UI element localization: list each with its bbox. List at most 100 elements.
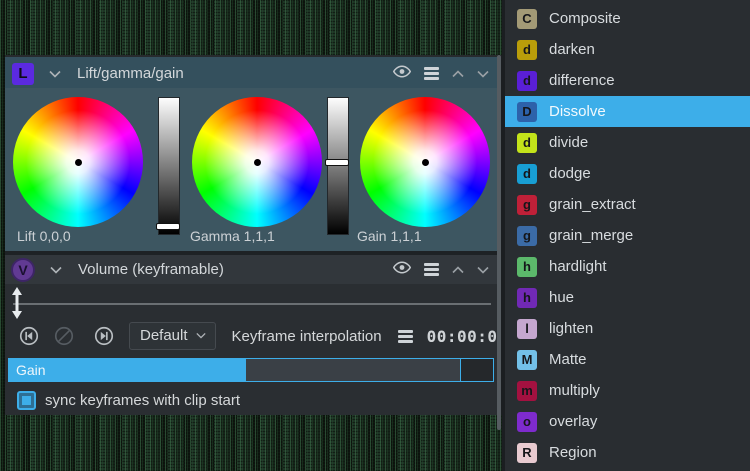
show-effect-eye-icon[interactable]	[393, 65, 411, 83]
blend-mode-icon: h	[517, 257, 537, 277]
gamma-value-label: Gamma 1,1,1	[190, 228, 275, 244]
collapse-chevron-icon[interactable]	[49, 65, 61, 83]
blend-mode-item-composite[interactable]: C Composite	[505, 3, 750, 34]
keyframe-toolbar: Default Keyframe interpolation 00:00:00:…	[5, 320, 497, 352]
lift-wheel-handle[interactable]	[75, 159, 82, 166]
volume-content: Default Keyframe interpolation 00:00:00:…	[5, 284, 497, 415]
lift-level-slider[interactable]	[158, 97, 180, 235]
blend-mode-label: grain_merge	[549, 227, 633, 244]
effect-header-volume[interactable]: V Volume (keyframable)	[5, 255, 497, 284]
blend-mode-label: Matte	[549, 351, 587, 368]
blend-mode-icon: g	[517, 195, 537, 215]
blend-mode-label: darken	[549, 41, 595, 58]
blend-mode-label: difference	[549, 72, 615, 89]
blend-mode-icon: C	[517, 9, 537, 29]
blend-mode-label: lighten	[549, 320, 593, 337]
blend-mode-item-matte[interactable]: M Matte	[505, 344, 750, 375]
keyframe-timeline[interactable]	[13, 303, 491, 305]
lift-gamma-gain-content: Lift 0,0,0 Gamma 1,1,1 Gain 1,1,1	[5, 88, 497, 251]
blend-mode-icon: d	[517, 133, 537, 153]
gain-color-wheel[interactable]	[360, 97, 490, 227]
blend-mode-label: multiply	[549, 382, 600, 399]
blend-mode-item-grain_extract[interactable]: g grain_extract	[505, 189, 750, 220]
blend-mode-label: Dissolve	[549, 103, 606, 120]
effect-stack-panel: L Lift/gamma/gain	[5, 55, 497, 415]
blend-mode-label: dodge	[549, 165, 591, 182]
effect-header-lift-gamma-gain[interactable]: L Lift/gamma/gain	[5, 55, 497, 90]
effect-stack-scrollbar[interactable]	[497, 55, 501, 430]
effect-menu-icon[interactable]	[424, 263, 439, 276]
keyframe-marker-icon[interactable]	[11, 287, 23, 324]
video-noise-background	[0, 415, 502, 471]
blend-mode-label: Region	[549, 444, 597, 461]
collapse-chevron-icon[interactable]	[50, 261, 62, 279]
blend-mode-icon: D	[517, 102, 537, 122]
sync-keyframes-row: sync keyframes with clip start	[5, 388, 497, 412]
blend-mode-item-hardlight[interactable]: h hardlight	[505, 251, 750, 282]
effect-title: Lift/gamma/gain	[77, 65, 184, 82]
interpolation-preset-value: Default	[140, 327, 188, 344]
video-noise-background	[0, 0, 502, 55]
blend-mode-label: divide	[549, 134, 588, 151]
timecode-display[interactable]: 00:00:00:00	[427, 327, 497, 346]
blend-mode-label: hardlight	[549, 258, 607, 275]
blend-mode-icon: l	[517, 319, 537, 339]
blend-mode-icon: d	[517, 71, 537, 91]
next-keyframe-icon[interactable]	[93, 325, 115, 347]
gain-slider[interactable]: Gain	[8, 358, 494, 382]
blend-mode-label: Composite	[549, 10, 621, 27]
interpolation-preset-dropdown[interactable]: Default	[129, 322, 216, 350]
blend-mode-item-difference[interactable]: d difference	[505, 65, 750, 96]
blend-mode-item-divide[interactable]: ddivide	[505, 127, 750, 158]
blend-mode-item-multiply[interactable]: m multiply	[505, 375, 750, 406]
blend-mode-icon: d	[517, 40, 537, 60]
blend-mode-item-lighten[interactable]: l lighten	[505, 313, 750, 344]
blend-mode-item-dissolve[interactable]: D Dissolve	[505, 96, 750, 127]
sync-keyframes-label: sync keyframes with clip start	[45, 392, 240, 409]
previous-keyframe-icon[interactable]	[18, 325, 40, 347]
sync-keyframes-checkbox[interactable]	[17, 391, 36, 410]
blend-mode-item-hue[interactable]: hhue	[505, 282, 750, 313]
lift-color-wheel[interactable]	[13, 97, 143, 227]
app-window: L Lift/gamma/gain	[0, 0, 750, 471]
blend-mode-label: grain_extract	[549, 196, 636, 213]
blend-mode-icon: h	[517, 288, 537, 308]
move-effect-up-icon[interactable]	[452, 65, 464, 83]
gain-wheel-handle[interactable]	[422, 159, 429, 166]
effect-badge-l: L	[12, 63, 34, 85]
show-effect-eye-icon[interactable]	[393, 261, 411, 279]
blend-mode-item-dodge[interactable]: ddodge	[505, 158, 750, 189]
effect-badge-v: V	[11, 258, 35, 282]
gamma-color-wheel[interactable]	[192, 97, 322, 227]
blend-mode-icon: R	[517, 443, 537, 463]
blend-mode-label: overlay	[549, 413, 597, 430]
blend-mode-icon: d	[517, 164, 537, 184]
move-effect-down-icon[interactable]	[477, 65, 489, 83]
gamma-level-slider[interactable]	[327, 97, 349, 235]
blend-mode-icon: M	[517, 350, 537, 370]
blend-mode-item-darken[interactable]: ddarken	[505, 34, 750, 65]
blend-mode-list: CCompositeddarkenddifferenceDDissolveddi…	[505, 0, 750, 471]
gamma-wheel-handle[interactable]	[254, 159, 261, 166]
effect-menu-icon[interactable]	[424, 67, 439, 80]
move-effect-up-icon[interactable]	[452, 261, 464, 279]
blend-mode-icon: m	[517, 381, 537, 401]
keyframe-interpolation-label: Keyframe interpolation	[232, 328, 382, 345]
blend-mode-item-overlay[interactable]: o overlay	[505, 406, 750, 437]
lift-value-label: Lift 0,0,0	[17, 228, 71, 244]
gamma-level-slider-handle[interactable]	[325, 159, 349, 166]
blend-mode-icon: g	[517, 226, 537, 246]
blend-mode-label: hue	[549, 289, 574, 306]
keyframe-options-menu-icon[interactable]	[398, 330, 413, 343]
gain-value-spinbox[interactable]	[460, 359, 493, 381]
gain-slider-label: Gain	[16, 362, 46, 378]
blend-mode-item-grain_merge[interactable]: g grain_merge	[505, 220, 750, 251]
move-effect-down-icon[interactable]	[477, 261, 489, 279]
lift-level-slider-handle[interactable]	[156, 223, 180, 230]
gain-value-label: Gain 1,1,1	[357, 228, 422, 244]
effect-title: Volume (keyframable)	[78, 261, 224, 278]
chevron-down-icon	[196, 332, 206, 339]
blend-mode-item-region[interactable]: R Region	[505, 437, 750, 468]
add-remove-keyframe-disabled-icon	[53, 325, 75, 347]
blend-mode-icon: o	[517, 412, 537, 432]
